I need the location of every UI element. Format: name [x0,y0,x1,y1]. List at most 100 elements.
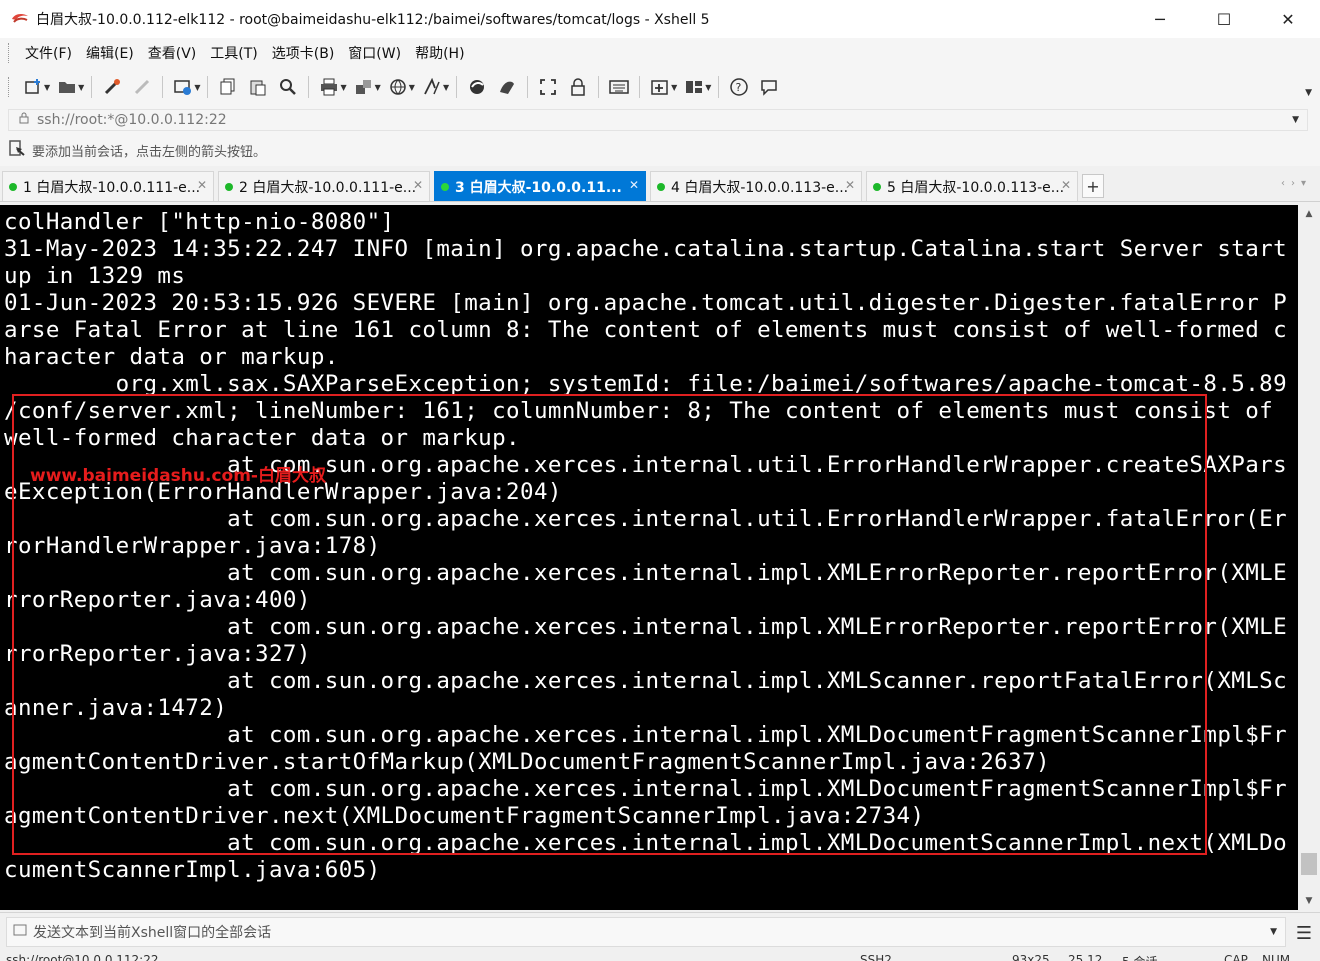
compose-box-icon [13,924,27,940]
tab-session-1[interactable]: 1 白眉大叔-10.0.0.111-e... ✕ [2,171,214,201]
tab-session-4[interactable]: 4 白眉大叔-10.0.0.113-e... ✕ [650,171,862,201]
lock-icon[interactable] [567,76,589,98]
terminal-line: up in 1329 ms [4,263,186,289]
chat-icon[interactable] [758,76,780,98]
address-dropdown-icon[interactable]: ▼ [1292,115,1299,125]
tab-close-icon[interactable]: ✕ [1061,178,1071,192]
toolbar-separator [639,76,641,98]
tab-session-2[interactable]: 2 白眉大叔-10.0.0.111-e... ✕ [218,171,430,201]
terminal-line: arse Fatal Error at line 161 column 8: T… [4,317,1288,343]
layout-dropdown-icon[interactable]: ▼ [705,83,711,92]
tab-label: 1 白眉大叔-10.0.0.111-e... [23,179,201,196]
terminal-output[interactable]: colHandler ["http-nio-8080"] 31-May-2023 … [0,205,1298,910]
add-session-arrow-icon[interactable] [8,139,26,161]
lock-icon [19,112,29,128]
terminal-line: cumentScannerImpl.java:605) [4,857,381,883]
scrollbar-thumb[interactable] [1301,853,1317,875]
keyboard-icon[interactable] [608,76,630,98]
address-field[interactable]: ssh://root:*@10.0.0.112:22 ▼ [8,109,1308,131]
tab-close-icon[interactable]: ✕ [413,178,423,192]
globe-dropdown-icon[interactable]: ▼ [409,83,415,92]
open-dropdown-icon[interactable]: ▼ [78,83,84,92]
scroll-up-icon[interactable]: ▲ [1298,205,1320,223]
tab-close-icon[interactable]: ✕ [629,178,639,192]
font-dropdown-icon[interactable]: ▼ [443,83,449,92]
status-connection: ssh://root@10.0.0.112:22 [6,953,159,961]
font-icon[interactable] [421,76,443,98]
add-tab-icon[interactable] [649,76,671,98]
toolbar-separator [598,76,600,98]
open-folder-icon[interactable] [56,76,78,98]
paste-icon[interactable] [247,76,269,98]
add-tab-dropdown-icon[interactable]: ▼ [671,83,677,92]
tab-scroll-arrows-icon[interactable]: ‹›▾ [1281,178,1312,189]
globe-icon[interactable] [387,76,409,98]
window-title: 白眉大叔-10.0.0.112-elk112 - root@baimeidash… [36,12,710,28]
menu-view[interactable]: 查看(V) [141,43,204,63]
transfer-dropdown-icon[interactable]: ▼ [375,83,381,92]
connected-status-icon [657,182,665,191]
tab-label: 5 白眉大叔-10.0.0.113-e... [887,179,1065,196]
toolbar-separator [527,76,529,98]
scroll-down-icon[interactable]: ▼ [1298,892,1320,910]
compose-dropdown-icon[interactable]: ▼ [1270,927,1277,937]
maximize-button[interactable]: ☐ [1192,0,1256,38]
compose-field[interactable]: 发送文本到当前Xshell窗口的全部会话 ▼ [6,916,1286,947]
tab-close-icon[interactable]: ✕ [197,178,207,192]
status-cursor: 25,12 [1068,953,1103,961]
transfer-icon[interactable] [353,76,375,98]
tab-label: 3 白眉大叔-10.0.0.11... [455,179,622,196]
compose-menu-icon[interactable]: ☰ [1296,923,1312,944]
properties-icon[interactable] [172,76,194,98]
tab-session-5[interactable]: 5 白眉大叔-10.0.0.113-e... ✕ [866,171,1078,201]
compose-placeholder: 发送文本到当前Xshell窗口的全部会话 [33,924,272,941]
session-hint-bar: 要添加当前会话，点击左侧的箭头按钮。 [0,134,1320,166]
new-session-dropdown-icon[interactable]: ▼ [44,83,50,92]
find-icon[interactable] [277,76,299,98]
menubar-grip [8,43,12,63]
close-button[interactable]: ✕ [1256,0,1320,38]
toolbar-separator [308,76,310,98]
disconnect-icon[interactable] [131,76,153,98]
new-tab-button[interactable]: + [1082,174,1104,198]
toolbar-separator [456,76,458,98]
terminal-line: 01-Jun-2023 20:53:15.926 SEVERE [main] o… [4,290,1288,316]
menu-window[interactable]: 窗口(W) [341,43,408,63]
session-hint-text: 要添加当前会话，点击左侧的箭头按钮。 [32,144,267,160]
terminal-scrollbar[interactable]: ▲ ▼ [1298,205,1320,910]
layout-icon[interactable] [683,76,705,98]
help-icon[interactable]: ? [728,76,750,98]
connected-status-icon [441,182,449,191]
menu-edit[interactable]: 编辑(E) [79,43,141,63]
status-num: NUM [1262,953,1291,961]
minimize-button[interactable]: ─ [1128,0,1192,38]
new-session-icon[interactable] [22,76,44,98]
xftp-icon[interactable] [466,76,488,98]
status-size: 93x25 [1012,953,1050,961]
properties-dropdown-icon[interactable]: ▼ [194,83,200,92]
tab-session-3[interactable]: 3 白眉大叔-10.0.0.11... ✕ [434,171,646,201]
print-icon[interactable] [318,76,340,98]
reconnect-icon[interactable] [101,76,123,98]
xmanager-icon[interactable] [496,76,518,98]
menu-help[interactable]: 帮助(H) [408,43,471,63]
toolbar-overflow-icon[interactable]: ▼ [1305,88,1312,98]
toolbar-separator [162,76,164,98]
status-protocol: SSH2 [860,953,892,961]
menu-tabs[interactable]: 选项卡(B) [265,43,342,63]
title-bar: 白眉大叔-10.0.0.112-elk112 - root@baimeidash… [0,0,1320,38]
svg-text:?: ? [736,81,742,94]
toolbar-separator [207,76,209,98]
tab-close-icon[interactable]: ✕ [845,178,855,192]
print-dropdown-icon[interactable]: ▼ [340,83,346,92]
fullscreen-icon[interactable] [537,76,559,98]
menu-file[interactable]: 文件(F) [18,43,79,63]
copy-icon[interactable] [217,76,239,98]
address-bar: ssh://root:*@10.0.0.112:22 ▼ [0,106,1320,134]
menu-tools[interactable]: 工具(T) [203,43,264,63]
address-text: ssh://root:*@10.0.0.112:22 [37,112,227,128]
status-caps: CAP [1224,953,1248,961]
terminal-line: colHandler ["http-nio-8080"] [4,209,395,235]
toolbar: ▼ ▼ ▼ ▼ ▼ ▼ ▼ ▼ ▼ ? ▼ [0,68,1320,106]
connected-status-icon [9,182,17,191]
